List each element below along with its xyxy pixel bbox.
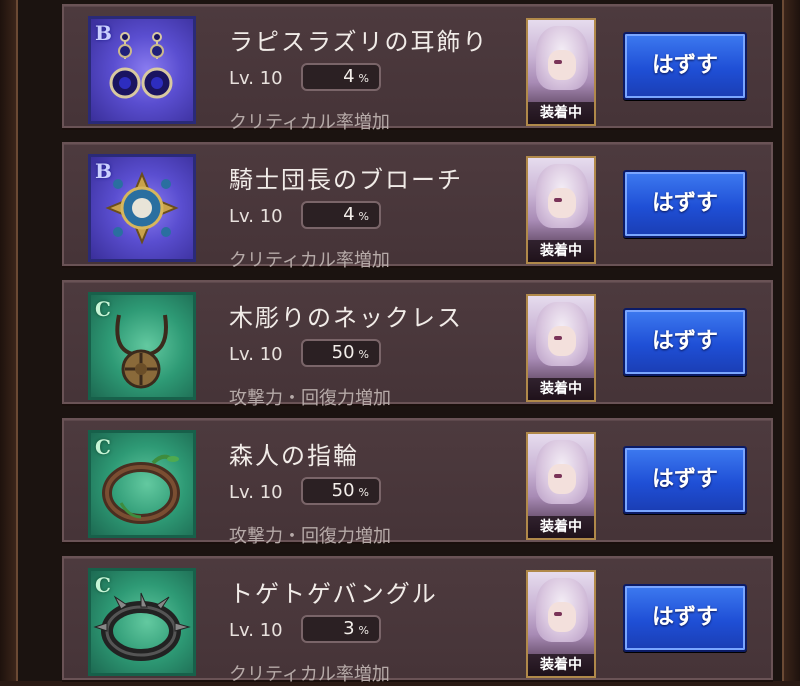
item-name: 森人の指輪 xyxy=(229,442,359,470)
effect-unit: % xyxy=(358,486,369,499)
unequip-button[interactable]: はずす xyxy=(623,584,747,652)
window-frame: B ラピスラズリの耳飾り Lv. 10 4% クリティカル率増加 装着中 はずす… xyxy=(0,0,800,685)
equipment-card[interactable]: B 騎士団長のブローチ Lv. 10 4% クリティカル率増加 装着中 はずす xyxy=(62,142,773,271)
character-eye xyxy=(554,474,562,478)
equipped-character-portrait[interactable]: 装着中 xyxy=(526,294,596,402)
item-thumbnail[interactable]: C xyxy=(88,430,196,538)
effect-description: クリティカル率増加 xyxy=(229,112,390,133)
character-face xyxy=(548,50,576,80)
character-face xyxy=(548,188,576,218)
character-eye xyxy=(554,198,562,202)
effect-value: 50 xyxy=(331,480,355,501)
equipped-label: 装着中 xyxy=(528,102,594,124)
effect-unit: % xyxy=(358,348,369,361)
effect-description: 攻撃力・回復力増加 xyxy=(229,526,391,547)
equipped-character-portrait[interactable]: 装着中 xyxy=(526,18,596,126)
character-eye xyxy=(554,612,562,616)
equipped-label: 装着中 xyxy=(528,378,594,400)
unequip-button[interactable]: はずす xyxy=(623,32,747,100)
item-name: ラピスラズリの耳飾り xyxy=(229,28,489,56)
item-level: Lv. 10 xyxy=(229,482,283,503)
equipment-card[interactable]: C 木彫りのネックレス Lv. 10 50% 攻撃力・回復力増加 装着中 はずす xyxy=(62,280,773,409)
item-thumbnail[interactable]: C xyxy=(88,292,196,400)
equipped-label: 装着中 xyxy=(528,240,594,262)
character-face xyxy=(548,326,576,356)
item-level: Lv. 10 xyxy=(229,206,283,227)
equipment-row-5[interactable]: C トゲトゲバングル Lv. 10 3% クリティカル率増加 装着中 はずす xyxy=(62,548,773,686)
effect-value-box: 50% xyxy=(301,477,381,505)
effect-value-box: 3% xyxy=(301,615,381,643)
equipment-row-4[interactable]: C 森人の指輪 Lv. 10 50% 攻撃力・回復力増加 装着中 はずす xyxy=(62,410,773,548)
unequip-button[interactable]: はずす xyxy=(623,308,747,376)
equipped-character-portrait[interactable]: 装着中 xyxy=(526,156,596,264)
character-eye xyxy=(554,336,562,340)
item-name: 木彫りのネックレス xyxy=(229,304,463,332)
list-panel: B ラピスラズリの耳飾り Lv. 10 4% クリティカル率増加 装着中 はずす… xyxy=(16,0,784,685)
equipment-list[interactable]: B ラピスラズリの耳飾り Lv. 10 4% クリティカル率増加 装着中 はずす… xyxy=(62,0,773,686)
effect-value: 3 xyxy=(343,618,355,639)
effect-value-box: 50% xyxy=(301,339,381,367)
item-name: トゲトゲバングル xyxy=(229,580,438,608)
equipment-card[interactable]: B ラピスラズリの耳飾り Lv. 10 4% クリティカル率増加 装着中 はずす xyxy=(62,4,773,133)
equipment-card[interactable]: C トゲトゲバングル Lv. 10 3% クリティカル率増加 装着中 はずす xyxy=(62,556,773,685)
unequip-button[interactable]: はずす xyxy=(623,446,747,514)
effect-description: クリティカル率増加 xyxy=(229,250,390,271)
equipment-row-3[interactable]: C 木彫りのネックレス Lv. 10 50% 攻撃力・回復力増加 装着中 はずす xyxy=(62,272,773,410)
effect-unit: % xyxy=(358,624,369,637)
effect-value-box: 4% xyxy=(301,63,381,91)
item-level: Lv. 10 xyxy=(229,344,283,365)
item-thumbnail[interactable]: C xyxy=(88,568,196,676)
effect-unit: % xyxy=(358,210,369,223)
character-face xyxy=(548,464,576,494)
item-level: Lv. 10 xyxy=(229,68,283,89)
item-thumbnail[interactable]: B xyxy=(88,154,196,262)
equipment-card[interactable]: C 森人の指輪 Lv. 10 50% 攻撃力・回復力増加 装着中 はずす xyxy=(62,418,773,547)
effect-description: クリティカル率増加 xyxy=(229,664,390,685)
effect-value-box: 4% xyxy=(301,201,381,229)
effect-unit: % xyxy=(358,72,369,85)
equipped-character-portrait[interactable]: 装着中 xyxy=(526,570,596,678)
equipment-row-2[interactable]: B 騎士団長のブローチ Lv. 10 4% クリティカル率増加 装着中 はずす xyxy=(62,134,773,272)
effect-value: 50 xyxy=(331,342,355,363)
item-thumbnail[interactable]: B xyxy=(88,16,196,124)
equipped-label: 装着中 xyxy=(528,654,594,676)
equipped-label: 装着中 xyxy=(528,516,594,538)
effect-value: 4 xyxy=(343,66,355,87)
effect-description: 攻撃力・回復力増加 xyxy=(229,388,391,409)
item-level: Lv. 10 xyxy=(229,620,283,641)
character-face xyxy=(548,602,576,632)
equipped-character-portrait[interactable]: 装着中 xyxy=(526,432,596,540)
equipment-row-1[interactable]: B ラピスラズリの耳飾り Lv. 10 4% クリティカル率増加 装着中 はずす xyxy=(62,0,773,134)
unequip-button[interactable]: はずす xyxy=(623,170,747,238)
effect-value: 4 xyxy=(343,204,355,225)
character-eye xyxy=(554,60,562,64)
item-name: 騎士団長のブローチ xyxy=(229,166,463,194)
